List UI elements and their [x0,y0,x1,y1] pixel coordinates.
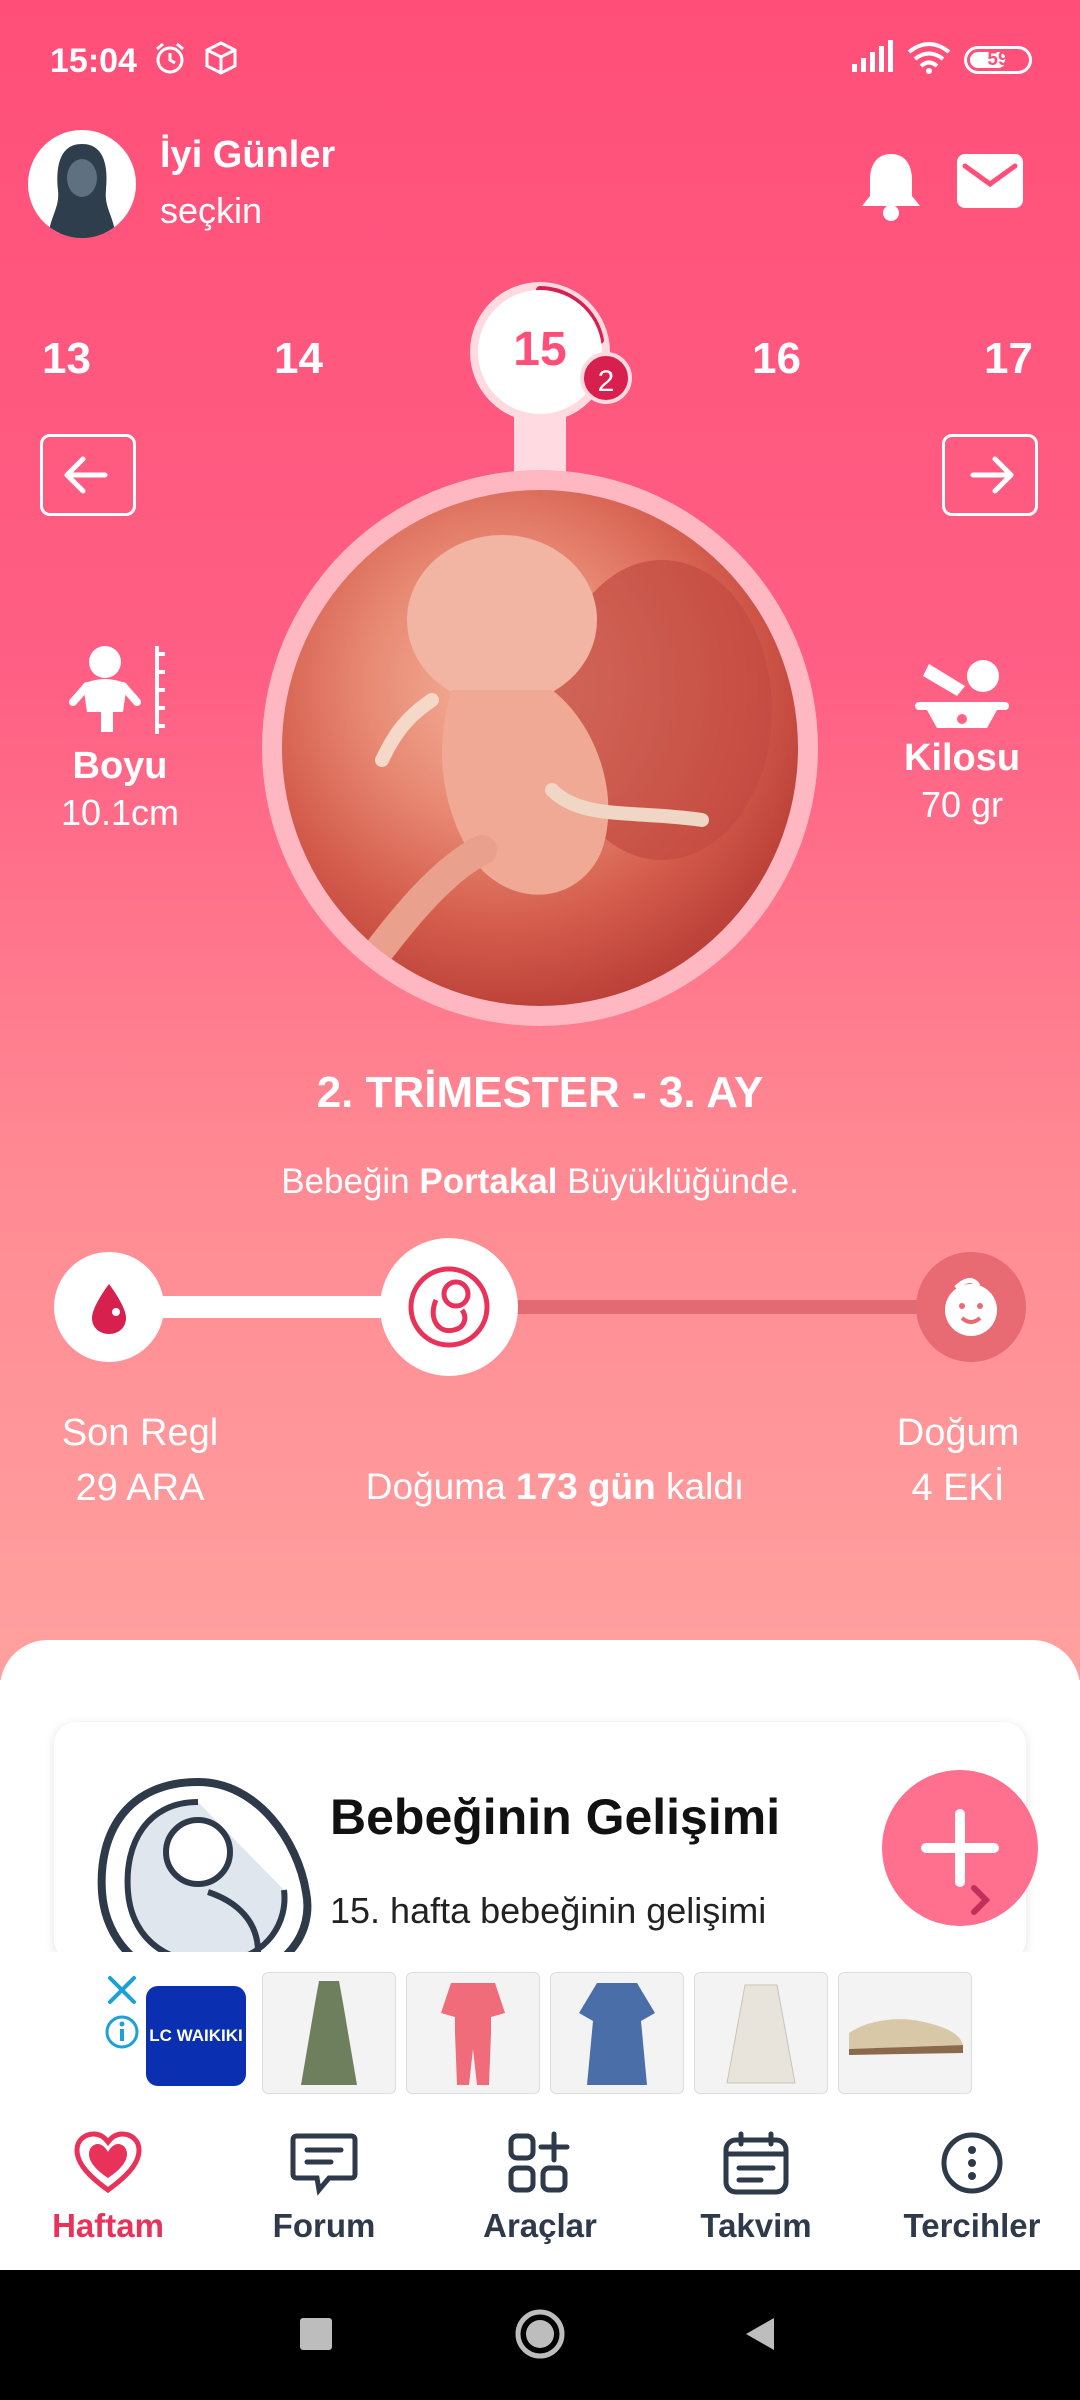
remaining-days: 173 gün [515,1466,656,1507]
nav-tercihler-label: Tercihler [903,2207,1041,2244]
length-stat: Boyu 10.1cm [30,640,210,834]
week-17[interactable]: 17 [984,334,1033,384]
remaining-prefix: Doğuma [365,1466,516,1507]
size-prefix: Bebeğin [281,1162,420,1201]
baby-face-icon [945,1278,997,1336]
week-14[interactable]: 14 [274,334,323,384]
system-nav-bar [0,2270,1080,2400]
woman-avatar-icon [48,144,116,238]
current-week-day-badge: 2 [580,352,632,404]
nav-haftam-label: Haftam [52,2207,164,2244]
ad-brand-logo[interactable]: LC WAIKIKI [146,1986,246,2086]
baby-scale-icon [915,660,1009,728]
days-remaining: Doğuma 173 gün kaldı [0,1466,1080,1508]
skirt-image [726,1984,796,2084]
nav-forum-label: Forum [272,2207,376,2244]
greeting-text: İyi Günler [160,134,336,176]
due-date-label: Doğum [896,1412,1020,1454]
weight-value: 70 gr [920,784,1004,825]
week-13[interactable]: 13 [42,334,91,384]
plus-icon [921,1809,999,1915]
nav-haftam[interactable]: Haftam [8,2130,208,2245]
tools-icon [508,2131,570,2193]
ad-close-icon[interactable] [104,1972,140,2008]
arrow-right-icon [970,456,1014,494]
status-time: 15:04 [50,42,137,80]
heart-icon [74,2131,142,2194]
calendar-icon [723,2131,789,2195]
size-fruit: Portakal [419,1162,558,1201]
nav-tercihler[interactable]: Tercihler [872,2130,1072,2245]
ad-product-dress[interactable] [262,1972,396,2094]
bell-icon[interactable] [858,148,924,222]
mail-icon[interactable] [955,152,1025,210]
wifi-icon [907,42,951,74]
next-week-button[interactable] [942,434,1038,516]
card-title: Bebeğinin Gelişimi [330,1789,781,1845]
length-value: 10.1cm [60,792,180,833]
alarm-icon [156,42,184,74]
signal-icon [852,40,893,72]
nav-takvim-label: Takvim [700,2207,812,2244]
dress-image [301,1981,357,2085]
ad-product-denim[interactable] [550,1972,684,2094]
womb-baby-icon [97,1777,312,1962]
remaining-suffix: kaldı [655,1466,745,1507]
baby-length-icon [69,646,165,734]
baby-size-text: Bebeğin Portakal Büyüklüğünde. [0,1162,1080,1202]
status-bar: 15:04 59 [0,0,1080,120]
shoe-image [849,2019,963,2055]
period-node [54,1252,164,1362]
more-icon [941,2132,1003,2194]
ad-product-pajama[interactable] [406,1972,540,2094]
denim-image [579,1983,655,2085]
nav-araclar[interactable]: Araçlar [440,2130,640,2245]
add-button[interactable] [882,1770,1038,1926]
card-subtitle: 15. hafta bebeğinin gelişimi [330,1890,767,1931]
app-header: İyi Günler seçkin [0,120,1080,260]
length-label: Boyu [72,745,168,787]
size-suffix: Büyüklüğünde. [557,1162,799,1201]
week-16[interactable]: 16 [752,334,801,384]
home-icon[interactable] [514,2308,566,2360]
current-stage-node [380,1238,518,1376]
pajama-image [441,1983,505,2085]
nav-takvim[interactable]: Takvim [656,2130,856,2245]
username-text: seçkin [160,190,263,231]
weight-stat: Kilosu 70 gr [872,646,1052,826]
battery-icon: 59 [964,46,1032,74]
last-period-label: Son Regl [61,1412,219,1454]
birth-node [916,1252,1026,1362]
avatar[interactable] [28,130,136,238]
ad-product-shoe[interactable] [838,1972,972,2094]
chat-icon [290,2133,358,2196]
box-icon [205,41,237,75]
arrow-left-icon [64,456,108,494]
ad-product-skirt[interactable] [694,1972,828,2094]
nav-araclar-label: Araçlar [483,2207,597,2244]
fetus-illustration [357,535,772,975]
baby-image[interactable] [282,490,798,1006]
battery-level: 59 [987,49,1009,70]
trimester-title: 2. TRİMESTER - 3. AY [316,1068,764,1117]
recents-icon[interactable] [298,2316,334,2352]
fetus-stage-icon [408,1266,490,1348]
back-icon[interactable] [740,2314,780,2354]
prev-week-button[interactable] [40,434,136,516]
nav-forum[interactable]: Forum [224,2130,424,2245]
ad-info-icon[interactable] [104,2014,140,2050]
weight-label: Kilosu [903,737,1021,779]
blood-drop-icon [92,1284,126,1334]
